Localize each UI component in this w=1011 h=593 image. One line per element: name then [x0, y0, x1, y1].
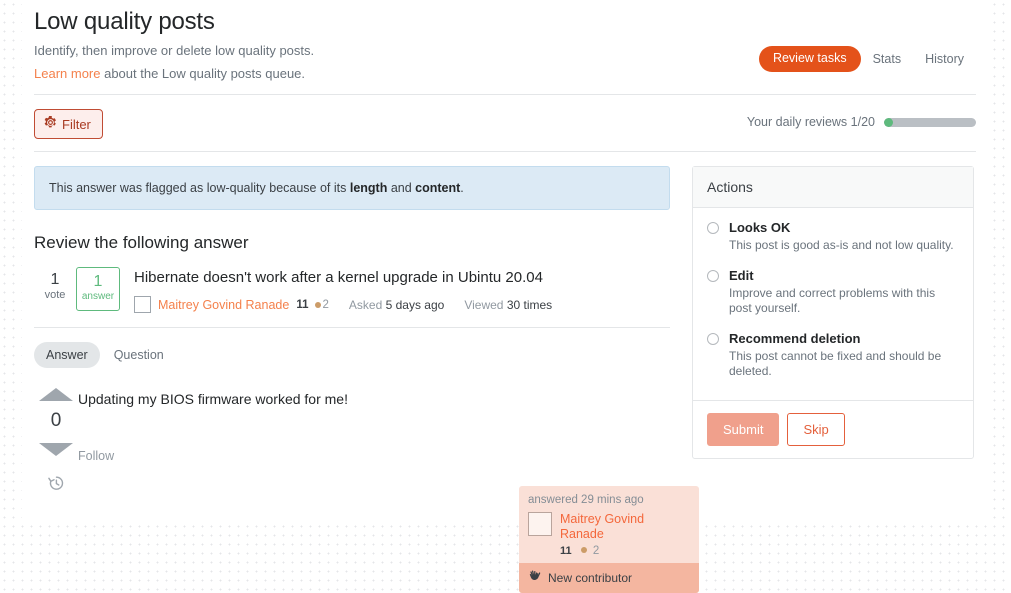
skip-button[interactable]: Skip — [787, 413, 845, 446]
post-vote-cell: 0 — [34, 384, 78, 495]
question-bronze-badge-count: 2 — [322, 298, 329, 311]
asked-label: Asked — [348, 297, 383, 312]
daily-reviews: Your daily reviews 1/20 — [747, 115, 976, 129]
question-content: Hibernate doesn't work after a kernel up… — [134, 267, 670, 313]
tab-question[interactable]: Question — [102, 342, 176, 368]
action-recommend-deletion-label: Recommend deletion — [729, 331, 861, 346]
downvote-icon[interactable] — [39, 443, 73, 456]
history-icon[interactable] — [34, 474, 78, 495]
daily-reviews-label: Your daily reviews 1/20 — [746, 115, 875, 129]
new-contributor-banner: New contributor — [519, 563, 699, 593]
action-option-recommend-deletion[interactable]: Recommend deletion This post cannot be f… — [707, 331, 959, 379]
notice-suffix: . — [460, 181, 464, 195]
signature-inner: answered 29 mins ago Maitrey Govind Rana… — [519, 486, 699, 563]
filter-button[interactable]: Filter — [34, 109, 103, 139]
post-tabs: Answer Question — [34, 342, 670, 368]
avatar — [528, 512, 552, 536]
viewed-value: 30 times — [506, 297, 553, 312]
avatar — [134, 296, 151, 313]
radio-looks-ok[interactable] — [707, 222, 719, 234]
question-asked: Asked 5 days ago — [349, 298, 444, 312]
actions-options-list: Looks OK This post is good as-is and not… — [693, 208, 973, 400]
notice-reason-content: content — [415, 181, 461, 195]
follow-link[interactable]: Follow — [78, 449, 114, 463]
question-answer-label: answer — [81, 291, 115, 302]
filter-toolbar: Filter Your daily reviews 1/20 — [22, 95, 988, 151]
daily-reviews-progress — [884, 117, 976, 127]
post-text: Updating my BIOS firmware worked for me! — [78, 391, 348, 407]
actions-panel-footer: Submit Skip — [693, 400, 973, 458]
main-column: This answer was flagged as low-quality b… — [34, 166, 699, 593]
page-header: Low quality posts Identify, then improve… — [22, 0, 988, 82]
radio-recommend-deletion[interactable] — [707, 333, 719, 345]
learn-more-suffix: about the Low quality posts queue. — [100, 66, 306, 81]
question-viewed: Viewed 30 times — [464, 298, 552, 312]
page-title: Low quality posts — [34, 8, 215, 35]
question-author-reputation: 11 — [296, 298, 309, 311]
actions-panel: Actions Looks OK This post is good as-is… — [692, 166, 974, 459]
viewed-label: Viewed — [464, 297, 504, 312]
post-signature-card: answered 29 mins ago Maitrey Govind Rana… — [519, 486, 699, 593]
notice-reason-length: length — [349, 181, 388, 195]
bronze-badge-icon — [581, 547, 588, 553]
action-looks-ok-text: Looks OK This post is good as-is and not… — [729, 220, 954, 253]
nav-review-tasks[interactable]: Review tasks — [758, 46, 861, 72]
question-vote-count: 1 vote — [34, 267, 76, 302]
question-vote-number: 1 — [50, 271, 60, 288]
signature-bronze-badge-count: 2 — [592, 545, 600, 557]
signature-timestamp: answered 29 mins ago — [528, 494, 644, 506]
gear-icon — [44, 115, 57, 132]
action-looks-ok-label: Looks OK — [729, 220, 791, 235]
question-title-link[interactable]: Hibernate doesn't work after a kernel up… — [134, 268, 670, 287]
flag-notice: This answer was flagged as low-quality b… — [34, 166, 670, 210]
content-area: This answer was flagged as low-quality b… — [22, 152, 988, 593]
question-author-link[interactable]: Maitrey Govind Ranade — [158, 298, 289, 312]
header-nav: Review tasks Stats History — [758, 46, 976, 72]
actions-panel-title: Actions — [693, 167, 973, 208]
progress-fill — [884, 117, 893, 127]
action-recommend-deletion-text: Recommend deletion This post cannot be f… — [729, 331, 959, 379]
action-recommend-deletion-description: This post cannot be fixed and should be … — [729, 349, 942, 378]
bronze-badge-icon — [314, 301, 321, 308]
action-edit-label: Edit — [729, 268, 754, 283]
action-option-edit[interactable]: Edit Improve and correct problems with t… — [707, 268, 959, 316]
notice-joiner: and — [387, 181, 416, 195]
signature-user-link[interactable]: Maitrey Govind Ranade — [560, 512, 690, 542]
asked-value: 5 days ago — [385, 297, 445, 312]
notice-prefix: This answer was flagged as low-quality b… — [49, 181, 350, 195]
side-column: Actions Looks OK This post is good as-is… — [692, 166, 974, 459]
action-option-looks-ok[interactable]: Looks OK This post is good as-is and not… — [707, 220, 959, 253]
learn-more-link[interactable]: Learn more — [34, 66, 100, 81]
nav-history[interactable]: History — [913, 46, 976, 72]
waving-hand-icon — [528, 569, 542, 586]
post: 0 Updating my BIOS firmware worked for m… — [34, 384, 699, 593]
question-answer-number: 1 — [93, 273, 103, 290]
filter-button-label: Filter — [62, 116, 91, 132]
page-container: Low quality posts Identify, then improve… — [22, 0, 988, 593]
action-edit-description: Improve and correct problems with this p… — [729, 286, 936, 315]
submit-button[interactable]: Submit — [707, 413, 780, 446]
question-meta: Maitrey Govind Ranade 11 2 Asked 5 days … — [134, 296, 670, 313]
nav-stats[interactable]: Stats — [861, 46, 914, 72]
upvote-icon[interactable] — [39, 388, 73, 401]
signature-reputation: 11 — [560, 545, 572, 557]
section-title: Review the following answer — [34, 233, 249, 252]
new-contributor-label: New contributor — [548, 570, 633, 585]
post-score: 0 — [50, 410, 62, 431]
action-edit-text: Edit Improve and correct problems with t… — [729, 268, 959, 316]
post-body: Updating my BIOS firmware worked for me!… — [78, 384, 699, 593]
tab-answer[interactable]: Answer — [34, 342, 100, 368]
question-summary: 1 vote 1 answer Hibernate doesn't work a… — [34, 267, 670, 328]
radio-edit[interactable] — [707, 270, 719, 282]
question-vote-label: vote — [44, 289, 66, 301]
question-answer-count: 1 answer — [76, 267, 120, 311]
signature-rep-row: 11 2 — [560, 542, 599, 557]
action-looks-ok-description: This post is good as-is and not low qual… — [729, 238, 954, 252]
